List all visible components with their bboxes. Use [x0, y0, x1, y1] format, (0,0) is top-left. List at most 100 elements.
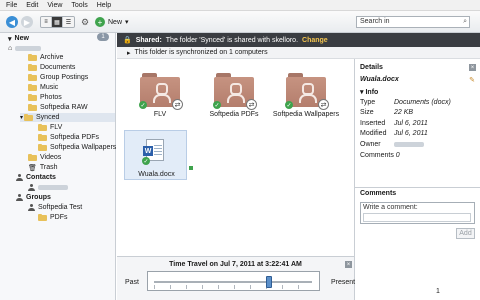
details-panel: Details × Wuala.docx ✎ ▾ Info Type Docume…	[354, 59, 480, 300]
toolbar: ◀ ▶ ≡ ▦ ☰ ⚙ + New ▾ Search in ⌕	[0, 11, 480, 33]
home-icon: ⌂	[8, 45, 13, 52]
menu-edit[interactable]: Edit	[26, 2, 38, 9]
chevron-down-icon: ▾	[20, 115, 24, 121]
info-section-toggle[interactable]: ▾ Info	[360, 88, 378, 96]
file-item-wuala-docx[interactable]: W ✓ Wuala.docx	[124, 130, 187, 180]
sidebar-item-label: Softpedia Test	[38, 204, 83, 211]
sidebar-section-contacts[interactable]: Contacts	[16, 173, 56, 182]
past-label: Past	[125, 279, 140, 286]
sidebar-item-videos[interactable]: Videos	[28, 153, 61, 162]
detail-row-modified: Modified Jul 6, 2011	[360, 130, 428, 137]
view-list-button[interactable]: ≡	[41, 17, 52, 27]
change-link[interactable]: Change	[302, 37, 328, 44]
sync-text: This folder is synchronized on 1 compute…	[134, 49, 268, 56]
menu-tools[interactable]: Tools	[71, 2, 87, 9]
sidebar-item-photos[interactable]: Photos	[28, 93, 62, 102]
shared-folder-icon: ✓ ⇄	[213, 73, 257, 110]
sidebar-item-label: Documents	[40, 64, 76, 71]
item-label: Wuala.docx	[138, 171, 175, 178]
detail-row-size: Size 22 KB	[360, 109, 414, 116]
sidebar-item-contact[interactable]	[28, 183, 68, 192]
sidebar-item-softpedia-test[interactable]: Softpedia Test	[28, 203, 82, 212]
sidebar: ▾ New ⌂ Archive Documents Group Postings…	[0, 33, 116, 300]
sync-arrows-icon: ⇄	[172, 99, 183, 110]
menu-view[interactable]: View	[47, 2, 62, 9]
pencil-icon[interactable]: ✎	[469, 76, 475, 84]
sidebar-item-label: PDFs	[50, 214, 68, 221]
sync-arrows-icon: ⇄	[246, 99, 257, 110]
detail-row-comments: Comments 0	[360, 152, 400, 159]
shared-notice-bar: 🔒 Shared: The folder 'Synced' is shared …	[117, 33, 480, 47]
view-details-button[interactable]: ☰	[63, 17, 74, 27]
item-label: FLV	[153, 111, 167, 118]
groups-icon	[16, 194, 23, 201]
comment-input[interactable]: Write a comment:	[360, 202, 475, 224]
gear-icon[interactable]: ⚙	[81, 17, 89, 28]
sidebar-item-softpedia-raw[interactable]: Softpedia RAW	[28, 103, 88, 112]
sidebar-item-group-postings[interactable]: Group Postings	[28, 73, 88, 82]
sidebar-section-groups[interactable]: Groups	[16, 193, 51, 202]
sidebar-item-label: Softpedia RAW	[40, 104, 88, 111]
folder-icon	[24, 113, 34, 121]
sidebar-item-softpedia-pdfs[interactable]: Softpedia PDFs	[38, 133, 99, 142]
sidebar-item-label: FLV	[50, 124, 63, 131]
folder-item-softpedia-wallpapers[interactable]: ✓ ⇄ Softpedia Wallpapers	[271, 73, 341, 118]
search-input[interactable]: Search in ⌕	[356, 16, 470, 28]
account-name-blurred	[15, 46, 42, 51]
sidebar-item-label: Softpedia Wallpapers	[50, 144, 117, 151]
menu-file[interactable]: File	[6, 2, 17, 9]
new-button-label: New	[108, 18, 123, 26]
present-label: Present	[331, 279, 356, 286]
sidebar-item-softpedia-wallpapers[interactable]: Softpedia Wallpapers	[38, 143, 116, 152]
view-icons-button[interactable]: ▦	[52, 17, 63, 27]
comment-textbox[interactable]	[363, 213, 471, 222]
slider-thumb[interactable]	[266, 276, 273, 288]
folder-item-softpedia-pdfs[interactable]: ✓ ⇄ Softpedia PDFs	[199, 73, 269, 118]
folder-icon	[28, 103, 37, 111]
folder-icon	[28, 83, 37, 91]
sidebar-item-trash[interactable]: 🗑 Trash	[28, 163, 58, 172]
sync-arrows-icon: ⇄	[318, 99, 329, 110]
chevron-down-icon: ▾	[125, 19, 129, 26]
search-icon: ⌕	[463, 18, 467, 25]
sidebar-item-label: Music	[40, 84, 59, 91]
arrow-right-icon: ▶	[23, 17, 31, 27]
lock-icon: 🔒	[123, 37, 132, 44]
sidebar-item-label: Photos	[40, 94, 62, 101]
shared-folder-icon: ✓ ⇄	[139, 73, 183, 110]
folder-icon	[28, 53, 37, 61]
synced-check-icon: ✓	[139, 101, 147, 109]
menu-help[interactable]: Help	[97, 2, 111, 9]
folder-icon	[38, 213, 47, 221]
new-button[interactable]: + New ▾	[95, 16, 129, 28]
close-icon[interactable]: ×	[345, 261, 352, 268]
chevron-right-icon[interactable]: ▸	[127, 49, 131, 57]
sidebar-item-home[interactable]: ⌂	[8, 44, 42, 53]
folder-icon	[38, 143, 47, 151]
owner-name-blurred	[394, 141, 424, 147]
sidebar-item-label: Groups	[26, 194, 51, 201]
contacts-icon	[16, 174, 23, 181]
info-label: Info	[365, 89, 379, 96]
close-icon[interactable]: ×	[469, 64, 476, 71]
folder-icon	[28, 73, 37, 81]
contact-name-blurred	[38, 185, 68, 190]
shared-folder-icon: ✓ ⇄	[285, 73, 329, 110]
sidebar-item-flv[interactable]: FLV	[38, 123, 62, 132]
view-switcher: ≡ ▦ ☰	[40, 16, 75, 28]
detail-row-type: Type Documents (docx)	[360, 99, 451, 106]
sidebar-item-label: Videos	[40, 154, 62, 161]
add-comment-button[interactable]: Add	[456, 228, 475, 239]
grid-icon: ▦	[54, 19, 60, 26]
forward-button[interactable]: ▶	[21, 16, 33, 28]
sidebar-item-music[interactable]: Music	[28, 83, 58, 92]
sidebar-item-new[interactable]: ▾ New	[8, 34, 29, 43]
sidebar-item-synced[interactable]: ▾ Synced	[20, 113, 115, 122]
folder-item-flv[interactable]: ✓ ⇄ FLV	[125, 73, 195, 118]
sidebar-item-archive[interactable]: Archive	[28, 53, 63, 62]
sidebar-item-pdfs[interactable]: PDFs	[38, 213, 68, 222]
user-icon	[28, 184, 35, 191]
sidebar-item-documents[interactable]: Documents	[28, 63, 75, 72]
time-slider[interactable]	[147, 271, 320, 291]
back-button[interactable]: ◀	[6, 16, 18, 28]
